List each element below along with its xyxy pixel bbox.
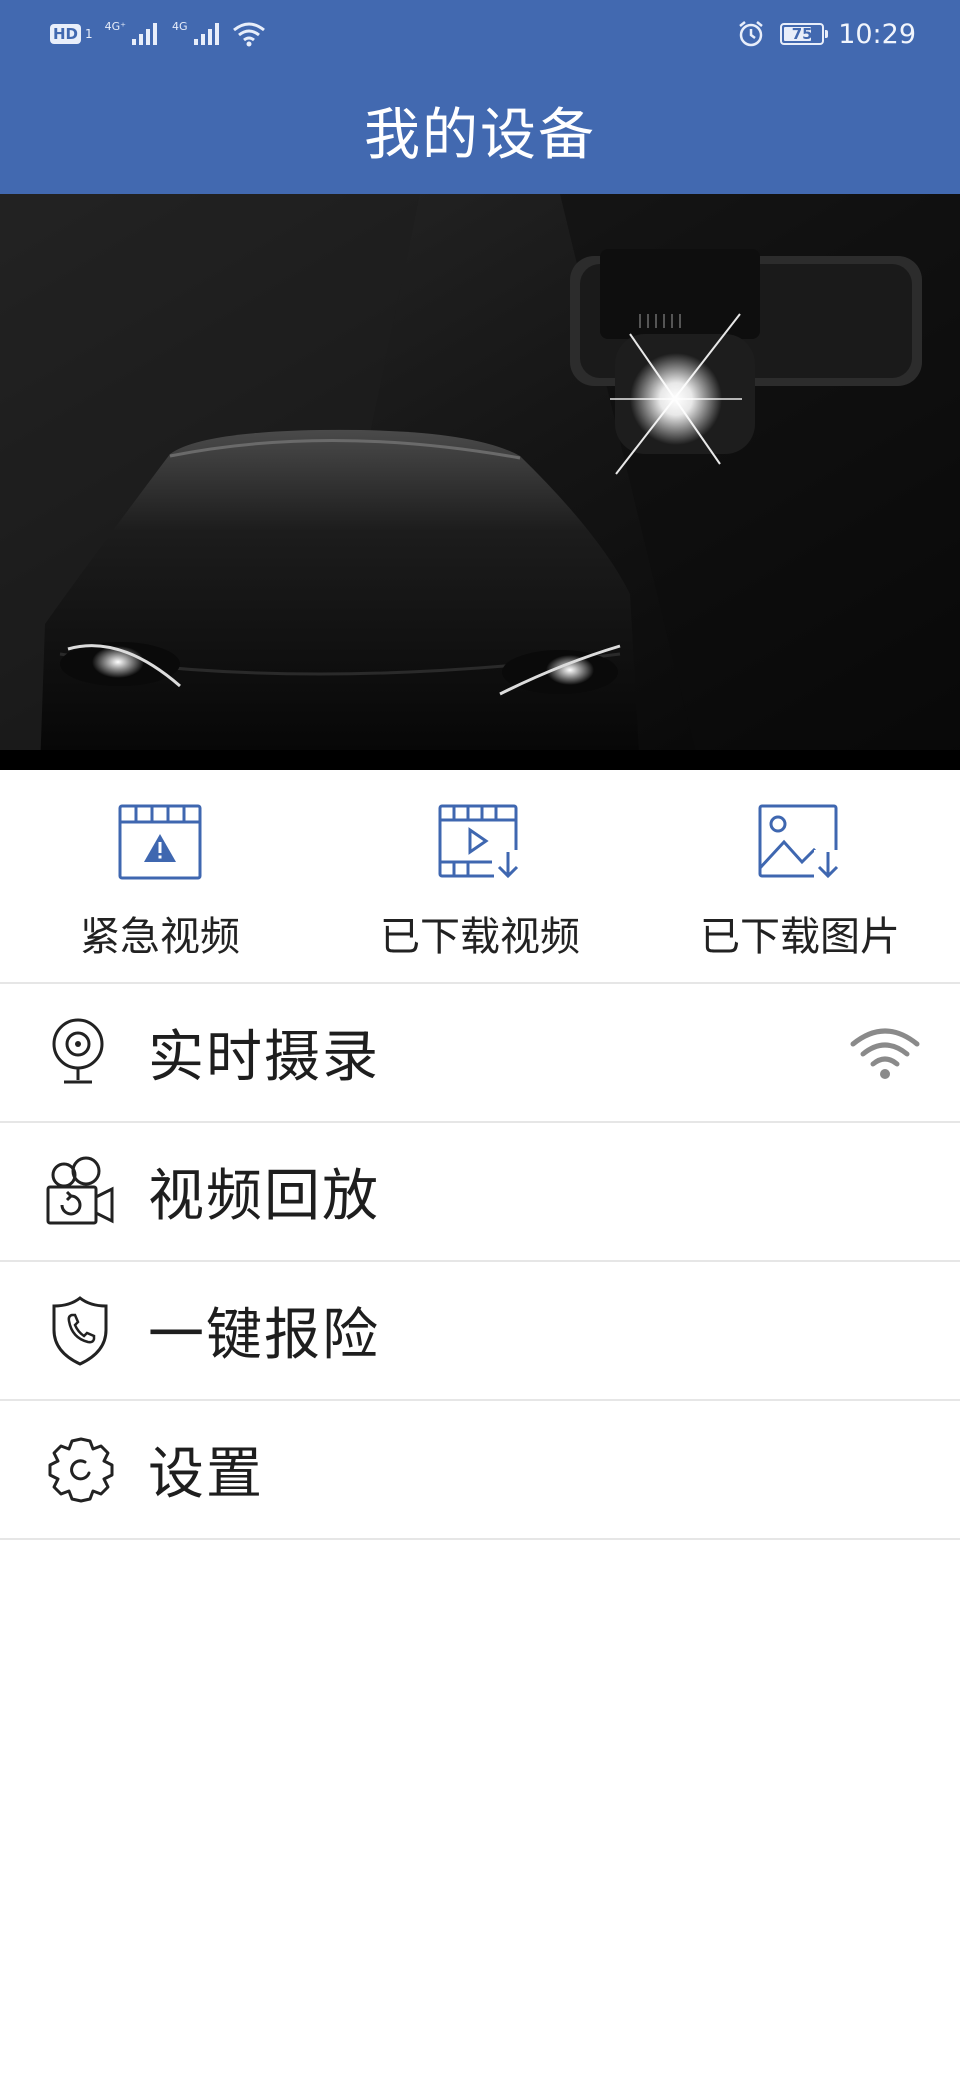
status-bar: HD 1 4G⁺ 4G 75 10:29 — [0, 0, 960, 66]
wifi-icon — [850, 1028, 920, 1079]
quick-action-label: 紧急视频 — [80, 914, 240, 960]
downloaded-image-icon — [758, 804, 842, 880]
video-camera-replay-icon — [46, 1156, 114, 1225]
network-type-2: 4G — [172, 19, 188, 33]
emergency-video-button[interactable]: 紧急视频 — [0, 770, 320, 982]
signal-icon — [132, 23, 157, 45]
menu-list: 实时摄录 视频回放 一键报险 设置 — [0, 984, 960, 1540]
menu-item-live-record[interactable]: 实时摄录 — [0, 984, 960, 1123]
quick-action-label: 已下载视频 — [380, 914, 580, 960]
emergency-video-icon — [118, 804, 202, 880]
menu-item-label: 一键报险 — [148, 1303, 380, 1368]
quick-actions: 紧急视频 已下载视频 已下载图片 — [0, 770, 960, 982]
network-type-1: 4G⁺ — [104, 19, 126, 33]
menu-item-label: 设置 — [148, 1442, 264, 1507]
menu-item-label: 实时摄录 — [148, 1025, 380, 1090]
shield-phone-icon — [52, 1296, 108, 1366]
menu-item-label: 视频回放 — [148, 1164, 380, 1229]
menu-item-video-playback[interactable]: 视频回放 — [0, 1123, 960, 1262]
gear-icon — [48, 1437, 114, 1503]
banner-image — [0, 194, 960, 770]
menu-item-settings[interactable]: 设置 — [0, 1401, 960, 1540]
car-dashcam-night-image — [0, 194, 960, 770]
status-left-group: HD 1 4G⁺ 4G — [50, 14, 266, 54]
downloaded-image-button[interactable]: 已下载图片 — [640, 770, 960, 982]
webcam-icon — [52, 1018, 104, 1084]
quick-action-label: 已下载图片 — [700, 914, 900, 960]
status-right-group: 75 10:29 — [736, 14, 916, 54]
downloaded-video-button[interactable]: 已下载视频 — [320, 770, 640, 982]
hd-badge: HD — [50, 24, 82, 44]
menu-item-insurance-report[interactable]: 一键报险 — [0, 1262, 960, 1401]
wifi-icon — [232, 22, 265, 47]
signal-icon — [193, 23, 219, 45]
alarm-icon — [739, 21, 763, 47]
downloaded-video-icon — [438, 804, 522, 880]
battery-level: 75 — [791, 25, 813, 43]
clock: 10:29 — [838, 18, 916, 50]
page-title: 我的设备 — [364, 102, 596, 168]
title-bar: 我的设备 — [0, 66, 960, 194]
sim-slot: 1 — [85, 27, 93, 41]
battery-icon: 75 — [780, 23, 829, 45]
